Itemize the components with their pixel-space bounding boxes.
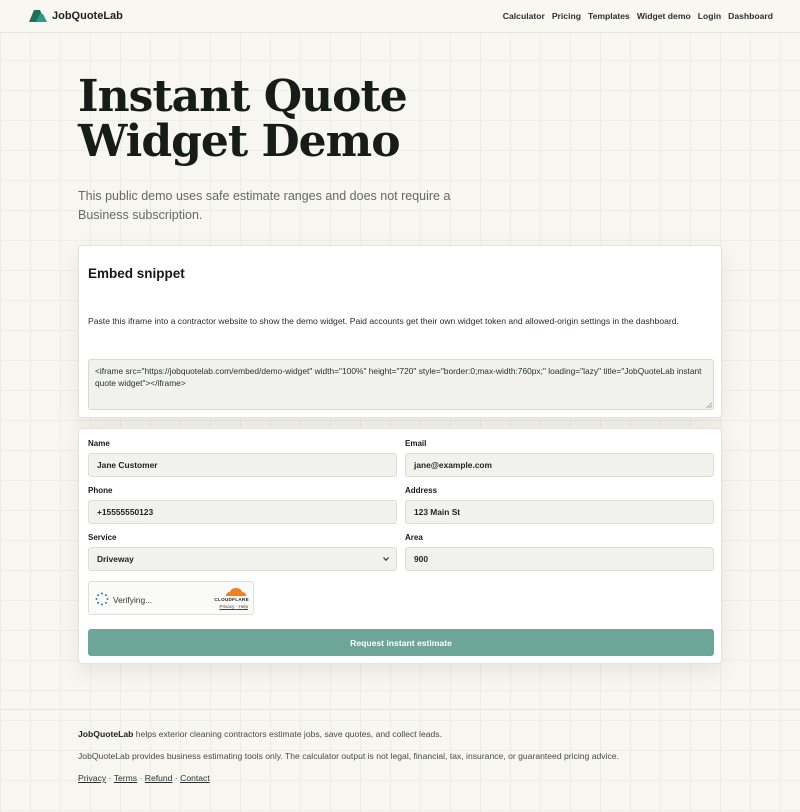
loading-spinner-icon bbox=[95, 592, 109, 606]
embed-snippet-textarea[interactable]: <iframe src="https://jobquotelab.com/emb… bbox=[88, 359, 714, 410]
embed-snippet-card: Embed snippet Paste this iframe into a c… bbox=[78, 245, 722, 418]
captcha-link-separator: · bbox=[235, 604, 238, 609]
service-label: Service bbox=[88, 533, 117, 542]
phone-label: Phone bbox=[88, 486, 113, 495]
footer-brand: JobQuoteLab bbox=[78, 729, 134, 739]
brand-name: JobQuoteLab bbox=[52, 9, 123, 22]
footer-separator: · bbox=[174, 773, 178, 783]
nav-login[interactable]: Login bbox=[698, 11, 721, 21]
footer-link-terms[interactable]: Terms bbox=[114, 773, 137, 783]
footer-tagline-text: helps exterior cleaning contractors esti… bbox=[133, 729, 442, 739]
quote-widget-form: Name Jane Customer Email jane@example.co… bbox=[78, 428, 722, 664]
footer-disclaimer: JobQuoteLab provides business estimating… bbox=[78, 751, 619, 761]
name-label: Name bbox=[88, 439, 110, 448]
email-label: Email bbox=[405, 439, 427, 448]
footer-tagline: JobQuoteLab helps exterior cleaning cont… bbox=[78, 729, 442, 739]
footer-links: Privacy · Terms · Refund · Contact bbox=[78, 773, 210, 783]
request-estimate-button[interactable]: Request instant estimate bbox=[88, 629, 714, 656]
textarea-resize-handle[interactable] bbox=[706, 402, 712, 408]
captcha-provider-logo: CLOUDFLARE bbox=[214, 597, 249, 602]
brand-home-link[interactable]: JobQuoteLab bbox=[29, 9, 123, 22]
footer-link-privacy[interactable]: Privacy bbox=[78, 773, 106, 783]
top-navigation-bar: JobQuoteLab Calculator Pricing Templates… bbox=[0, 0, 800, 33]
cloudflare-cloud-icon bbox=[226, 588, 246, 596]
service-select[interactable]: Driveway bbox=[88, 547, 397, 571]
area-input[interactable]: 900 bbox=[405, 547, 714, 571]
phone-input[interactable]: +15555550123 bbox=[88, 500, 397, 524]
nav-widget-demo[interactable]: Widget demo bbox=[637, 11, 691, 21]
turnstile-captcha[interactable]: Verifying... CLOUDFLARE Privacy · Help bbox=[88, 581, 254, 615]
nav-templates[interactable]: Templates bbox=[588, 11, 630, 21]
site-footer: JobQuoteLab helps exterior cleaning cont… bbox=[0, 709, 800, 812]
chevron-down-icon bbox=[383, 557, 389, 562]
embed-description: Paste this iframe into a contractor webs… bbox=[88, 316, 679, 326]
email-input[interactable]: jane@example.com bbox=[405, 453, 714, 477]
nav-calculator[interactable]: Calculator bbox=[503, 11, 545, 21]
address-input[interactable]: 123 Main St bbox=[405, 500, 714, 524]
area-label: Area bbox=[405, 533, 423, 542]
nav-dashboard[interactable]: Dashboard bbox=[728, 11, 773, 21]
captcha-help-link[interactable]: Help bbox=[239, 604, 248, 609]
name-input[interactable]: Jane Customer bbox=[88, 453, 397, 477]
footer-separator: · bbox=[108, 773, 112, 783]
nav-pricing[interactable]: Pricing bbox=[552, 11, 581, 21]
captcha-links: Privacy · Help bbox=[219, 604, 248, 609]
captcha-status: Verifying... bbox=[113, 595, 153, 605]
page-subtitle: This public demo uses safe estimate rang… bbox=[78, 189, 451, 222]
footer-separator: · bbox=[139, 773, 143, 783]
page-title: Instant Quote Widget Demo bbox=[78, 71, 408, 167]
mountain-logo-icon bbox=[29, 10, 47, 22]
main-nav: Calculator Pricing Templates Widget demo… bbox=[503, 11, 773, 21]
footer-link-refund[interactable]: Refund bbox=[145, 773, 173, 783]
captcha-privacy-link[interactable]: Privacy bbox=[219, 604, 234, 609]
address-label: Address bbox=[405, 486, 438, 495]
embed-heading: Embed snippet bbox=[88, 266, 185, 281]
footer-link-contact[interactable]: Contact bbox=[180, 773, 210, 783]
service-selected-value: Driveway bbox=[97, 554, 134, 564]
